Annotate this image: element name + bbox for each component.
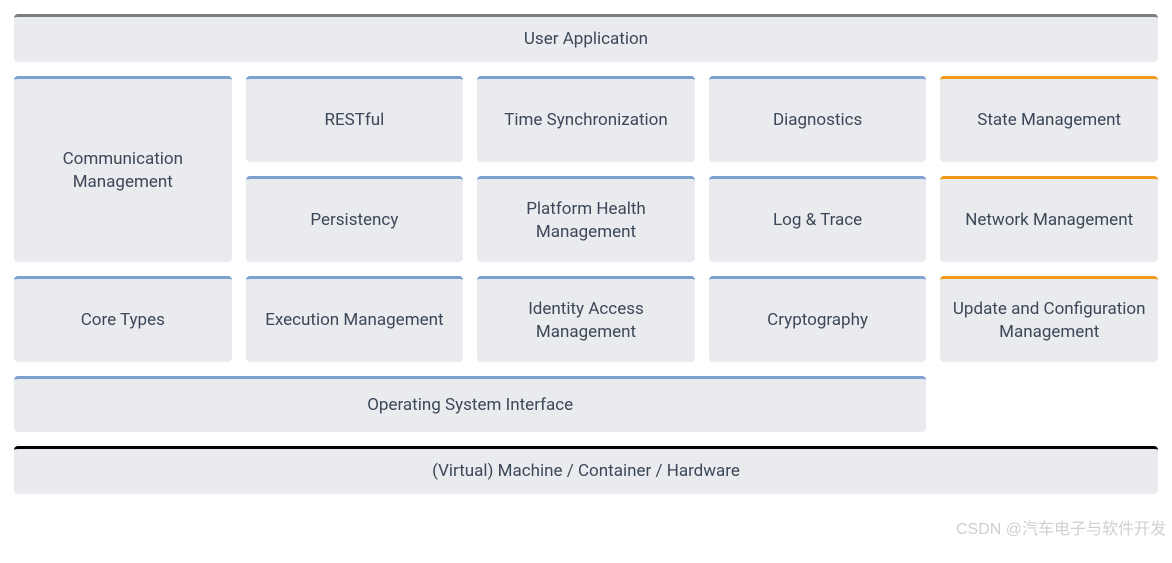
block-core-types: Core Types [14, 276, 232, 362]
block-restful: RESTful [246, 76, 464, 162]
label-restful: RESTful [324, 109, 384, 132]
label-persistency: Persistency [310, 209, 398, 232]
block-network-management: Network Management [940, 176, 1158, 262]
label-communication-management: Communication Management [24, 148, 222, 194]
watermark-label: CSDN @汽车电子与软件开发 [956, 521, 1166, 538]
middle-grid: Communication Management RESTful Time Sy… [14, 76, 1158, 362]
label-user-application: User Application [524, 28, 648, 51]
label-diagnostics: Diagnostics [773, 109, 862, 132]
block-identity-access-management: Identity Access Management [477, 276, 695, 362]
label-cryptography: Cryptography [767, 309, 868, 332]
block-communication-management: Communication Management [14, 76, 232, 262]
label-platform-health-management: Platform Health Management [487, 198, 685, 244]
block-cryptography: Cryptography [709, 276, 927, 362]
block-os-interface: Operating System Interface [14, 376, 926, 432]
label-update-and-configuration-management: Update and Configuration Management [950, 298, 1148, 344]
block-state-management: State Management [940, 76, 1158, 162]
label-os-interface: Operating System Interface [367, 394, 573, 417]
block-persistency: Persistency [246, 176, 464, 262]
block-user-application: User Application [14, 14, 1158, 62]
label-hardware: (Virtual) Machine / Container / Hardware [432, 460, 740, 483]
label-log-and-trace: Log & Trace [773, 209, 862, 232]
block-update-and-configuration-management: Update and Configuration Management [940, 276, 1158, 362]
row-os-interface: Operating System Interface [14, 376, 1158, 432]
row-user-application: User Application [14, 14, 1158, 62]
label-network-management: Network Management [965, 209, 1133, 232]
label-time-synchronization: Time Synchronization [504, 109, 667, 132]
block-log-and-trace: Log & Trace [709, 176, 927, 262]
row-hardware: (Virtual) Machine / Container / Hardware [14, 446, 1158, 494]
label-execution-management: Execution Management [265, 309, 443, 332]
label-identity-access-management: Identity Access Management [487, 298, 685, 344]
block-diagnostics: Diagnostics [709, 76, 927, 162]
block-execution-management: Execution Management [246, 276, 464, 362]
label-state-management: State Management [977, 109, 1121, 132]
block-time-synchronization: Time Synchronization [477, 76, 695, 162]
label-core-types: Core Types [81, 309, 165, 332]
block-platform-health-management: Platform Health Management [477, 176, 695, 262]
block-hardware: (Virtual) Machine / Container / Hardware [14, 446, 1158, 494]
watermark-text: CSDN @汽车电子与软件开发 [956, 515, 1166, 539]
